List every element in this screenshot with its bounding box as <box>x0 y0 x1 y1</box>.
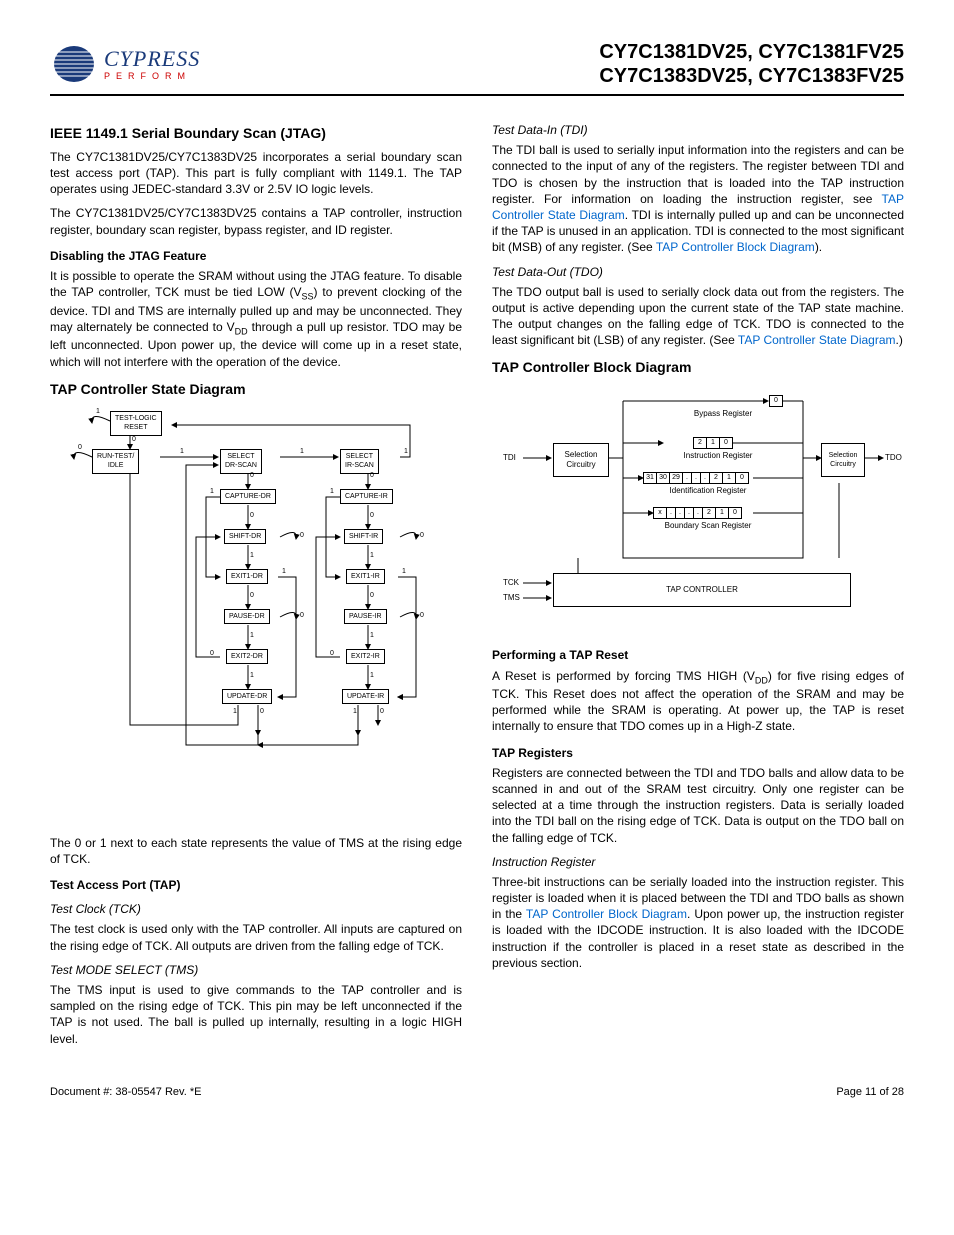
heading-tdo: Test Data-Out (TDO) <box>492 264 904 280</box>
link-state-diagram-2[interactable]: TAP Controller State Diagram <box>738 333 896 347</box>
heading-state-diagram: TAP Controller State Diagram <box>50 380 462 399</box>
state-shdr: SHIFT-DR <box>224 529 266 544</box>
state-pdr: PAUSE-DR <box>224 609 270 624</box>
box-tap-controller: TAP CONTROLLER <box>553 573 851 607</box>
p-tms: The TMS input is used to give commands t… <box>50 982 462 1047</box>
state-e1ir: EXIT1-IR <box>346 569 385 584</box>
heading-instruction-register: Instruction Register <box>492 854 904 870</box>
box-selection-circuitry-left: SelectionCircuitry <box>553 443 609 477</box>
doc-number: Document #: 38-05547 Rev. *E <box>50 1085 201 1100</box>
heading-tap-registers: TAP Registers <box>492 745 904 761</box>
page-number: Page 11 of 28 <box>836 1085 904 1100</box>
state-uir: UPDATE-IR <box>342 689 389 704</box>
p-tdi: The TDI ball is used to serially input i… <box>492 142 904 255</box>
page-footer: Document #: 38-05547 Rev. *E Page 11 of … <box>50 1085 904 1100</box>
part-numbers: CY7C1381DV25, CY7C1381FV25 CY7C1383DV25,… <box>599 40 904 88</box>
label-bypass: Bypass Register <box>673 409 773 420</box>
p-reset: A Reset is performed by forcing TMS HIGH… <box>492 668 904 735</box>
state-rti: RUN-TEST/IDLE <box>92 449 139 474</box>
cell-bypass-0: 0 <box>769 395 783 407</box>
state-e2ir: EXIT2-IR <box>346 649 385 664</box>
logo-tagline: PERFORM <box>104 72 200 81</box>
box-selection-circuitry-right: SelectionCircuitry <box>821 443 865 477</box>
right-column: Test Data-In (TDI) The TDI ball is used … <box>492 114 904 1055</box>
heading-disable: Disabling the JTAG Feature <box>50 248 462 264</box>
state-e1dr: EXIT1-DR <box>226 569 268 584</box>
p-tck: The test clock is used only with the TAP… <box>50 921 462 953</box>
left-column: IEEE 1149.1 Serial Boundary Scan (JTAG) … <box>50 114 462 1055</box>
p-tapreg: Registers are connected between the TDI … <box>492 765 904 846</box>
heading-tck: Test Clock (TCK) <box>50 901 462 917</box>
link-block-diagram[interactable]: TAP Controller Block Diagram <box>656 240 815 254</box>
p-ir: Three-bit instructions can be serially l… <box>492 874 904 971</box>
label-instruction-reg: Instruction Register <box>663 451 773 462</box>
cell-ir-1: 1 <box>706 437 720 449</box>
cell-ir-2: 2 <box>693 437 707 449</box>
state-shir: SHIFT-IR <box>344 529 383 544</box>
p-sd-note: The 0 or 1 next to each state represents… <box>50 835 462 867</box>
label-id-reg: Identification Register <box>653 486 763 497</box>
heading-block-diagram: TAP Controller Block Diagram <box>492 358 904 377</box>
label-tck: TCK <box>503 578 519 589</box>
link-block-diagram-2[interactable]: TAP Controller Block Diagram <box>526 907 687 921</box>
state-tlr: TEST-LOGICRESET <box>110 411 162 436</box>
state-pir: PAUSE-IR <box>344 609 387 624</box>
p-jtag-2: The CY7C1381DV25/CY7C1383DV25 contains a… <box>50 205 462 237</box>
state-cir: CAPTURE-IR <box>340 489 393 504</box>
heading-tap-reset: Performing a TAP Reset <box>492 647 904 663</box>
logo: CYPRESS PERFORM <box>50 44 200 84</box>
state-diagram: TEST-LOGICRESET RUN-TEST/IDLE SELECTDR-S… <box>50 405 430 825</box>
heading-tap: Test Access Port (TAP) <box>50 877 462 893</box>
label-bscan-reg: Boundary Scan Register <box>648 521 768 532</box>
page-header: CYPRESS PERFORM CY7C1381DV25, CY7C1381FV… <box>50 40 904 96</box>
state-e2dr: EXIT2-DR <box>226 649 268 664</box>
label-tdi: TDI <box>503 453 516 464</box>
state-sdr: SELECTDR-SCAN <box>220 449 262 474</box>
label-tms: TMS <box>503 593 520 604</box>
logo-brand: CYPRESS <box>104 48 200 70</box>
logo-icon <box>50 44 98 84</box>
cell-ir-0: 0 <box>719 437 733 449</box>
content-columns: IEEE 1149.1 Serial Boundary Scan (JTAG) … <box>50 114 904 1055</box>
state-cdr: CAPTURE-DR <box>220 489 276 504</box>
heading-tdi: Test Data-In (TDI) <box>492 122 904 138</box>
p-tdo: The TDO output ball is used to serially … <box>492 284 904 349</box>
parts-line-1: CY7C1381DV25, CY7C1381FV25 <box>599 40 904 64</box>
parts-line-2: CY7C1383DV25, CY7C1383FV25 <box>599 64 904 88</box>
p-jtag-1: The CY7C1381DV25/CY7C1383DV25 incorporat… <box>50 149 462 198</box>
heading-tms: Test MODE SELECT (TMS) <box>50 962 462 978</box>
block-diagram: TDI TDO TCK TMS SelectionCircuitry Selec… <box>503 383 893 633</box>
heading-jtag: IEEE 1149.1 Serial Boundary Scan (JTAG) <box>50 124 462 143</box>
label-tdo: TDO <box>885 453 902 464</box>
state-udr: UPDATE-DR <box>222 689 272 704</box>
p-disable: It is possible to operate the SRAM witho… <box>50 268 462 370</box>
